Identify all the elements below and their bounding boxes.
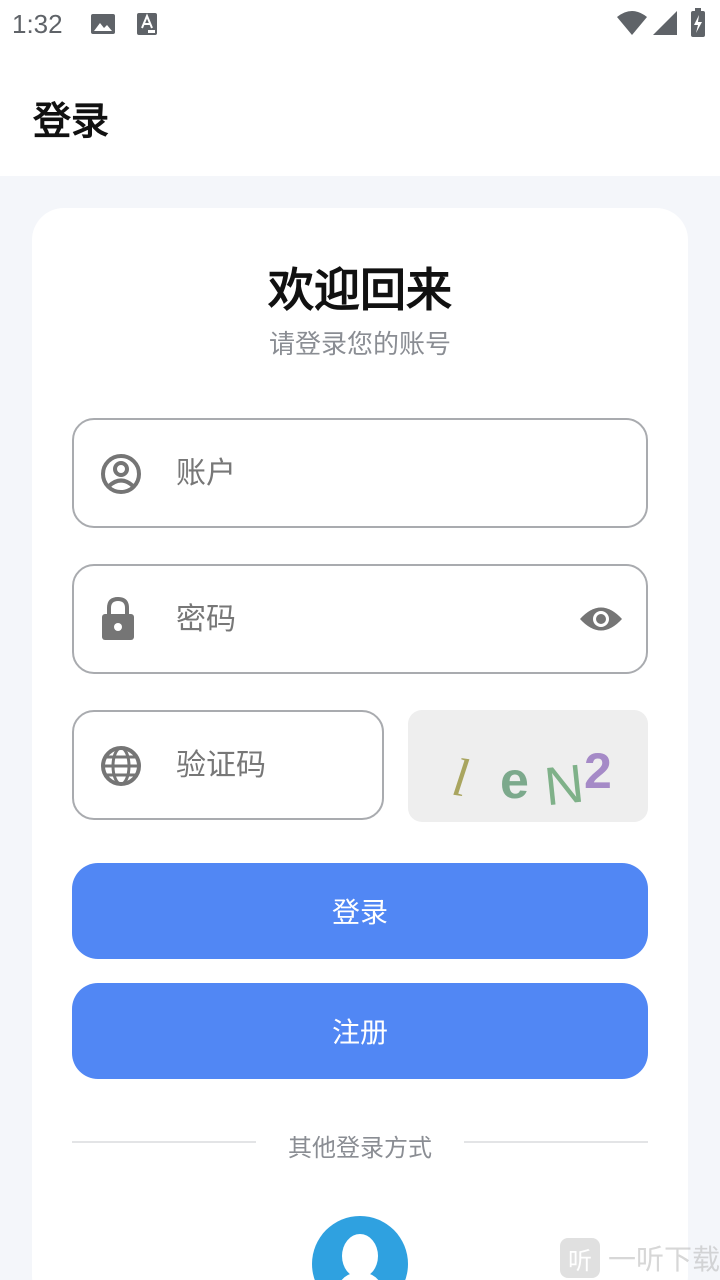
captcha-input[interactable] [176,712,366,818]
signal-icon [652,10,678,40]
battery-charging-icon [690,8,706,42]
svg-text:2: 2 [584,743,612,799]
account-input[interactable] [176,420,616,526]
qq-icon [312,1216,408,1280]
password-field[interactable] [72,564,648,674]
page-title: 登录 [33,99,110,143]
status-time: 1:32 [12,9,63,39]
welcome-subtitle: 请登录您的账号 [268,330,451,360]
app-bar: 登录 [0,50,720,176]
login-card: 欢迎回来 请登录您的账号 l e N 2 登录 注册 其他登录方式 [32,208,688,1280]
watermark-text: 一听下载 [608,1243,720,1276]
account-circle-icon [100,453,142,499]
password-input[interactable] [176,566,556,672]
svg-text:l: l [449,747,472,809]
register-button[interactable]: 注册 [72,983,648,1079]
image-icon [90,12,116,40]
login-button[interactable]: 登录 [72,863,648,959]
font-icon [136,12,158,40]
captcha-image[interactable]: l e N 2 [408,710,648,822]
watermark: 听 一听下载 [560,1238,720,1278]
qq-login-button[interactable] [312,1216,408,1280]
globe-icon [100,745,142,791]
status-bar: 1:32 [0,0,720,50]
eye-icon[interactable] [578,604,624,638]
watermark-badge: 听 [560,1238,600,1278]
wifi-icon [616,10,648,40]
other-login-label: 其他登录方式 [288,1134,432,1162]
welcome-title: 欢迎回来 [268,263,452,317]
svg-text:N: N [542,754,587,818]
captcha-field[interactable] [72,710,384,820]
lock-icon [100,596,136,646]
svg-text:e: e [500,752,529,810]
account-field[interactable] [72,418,648,528]
